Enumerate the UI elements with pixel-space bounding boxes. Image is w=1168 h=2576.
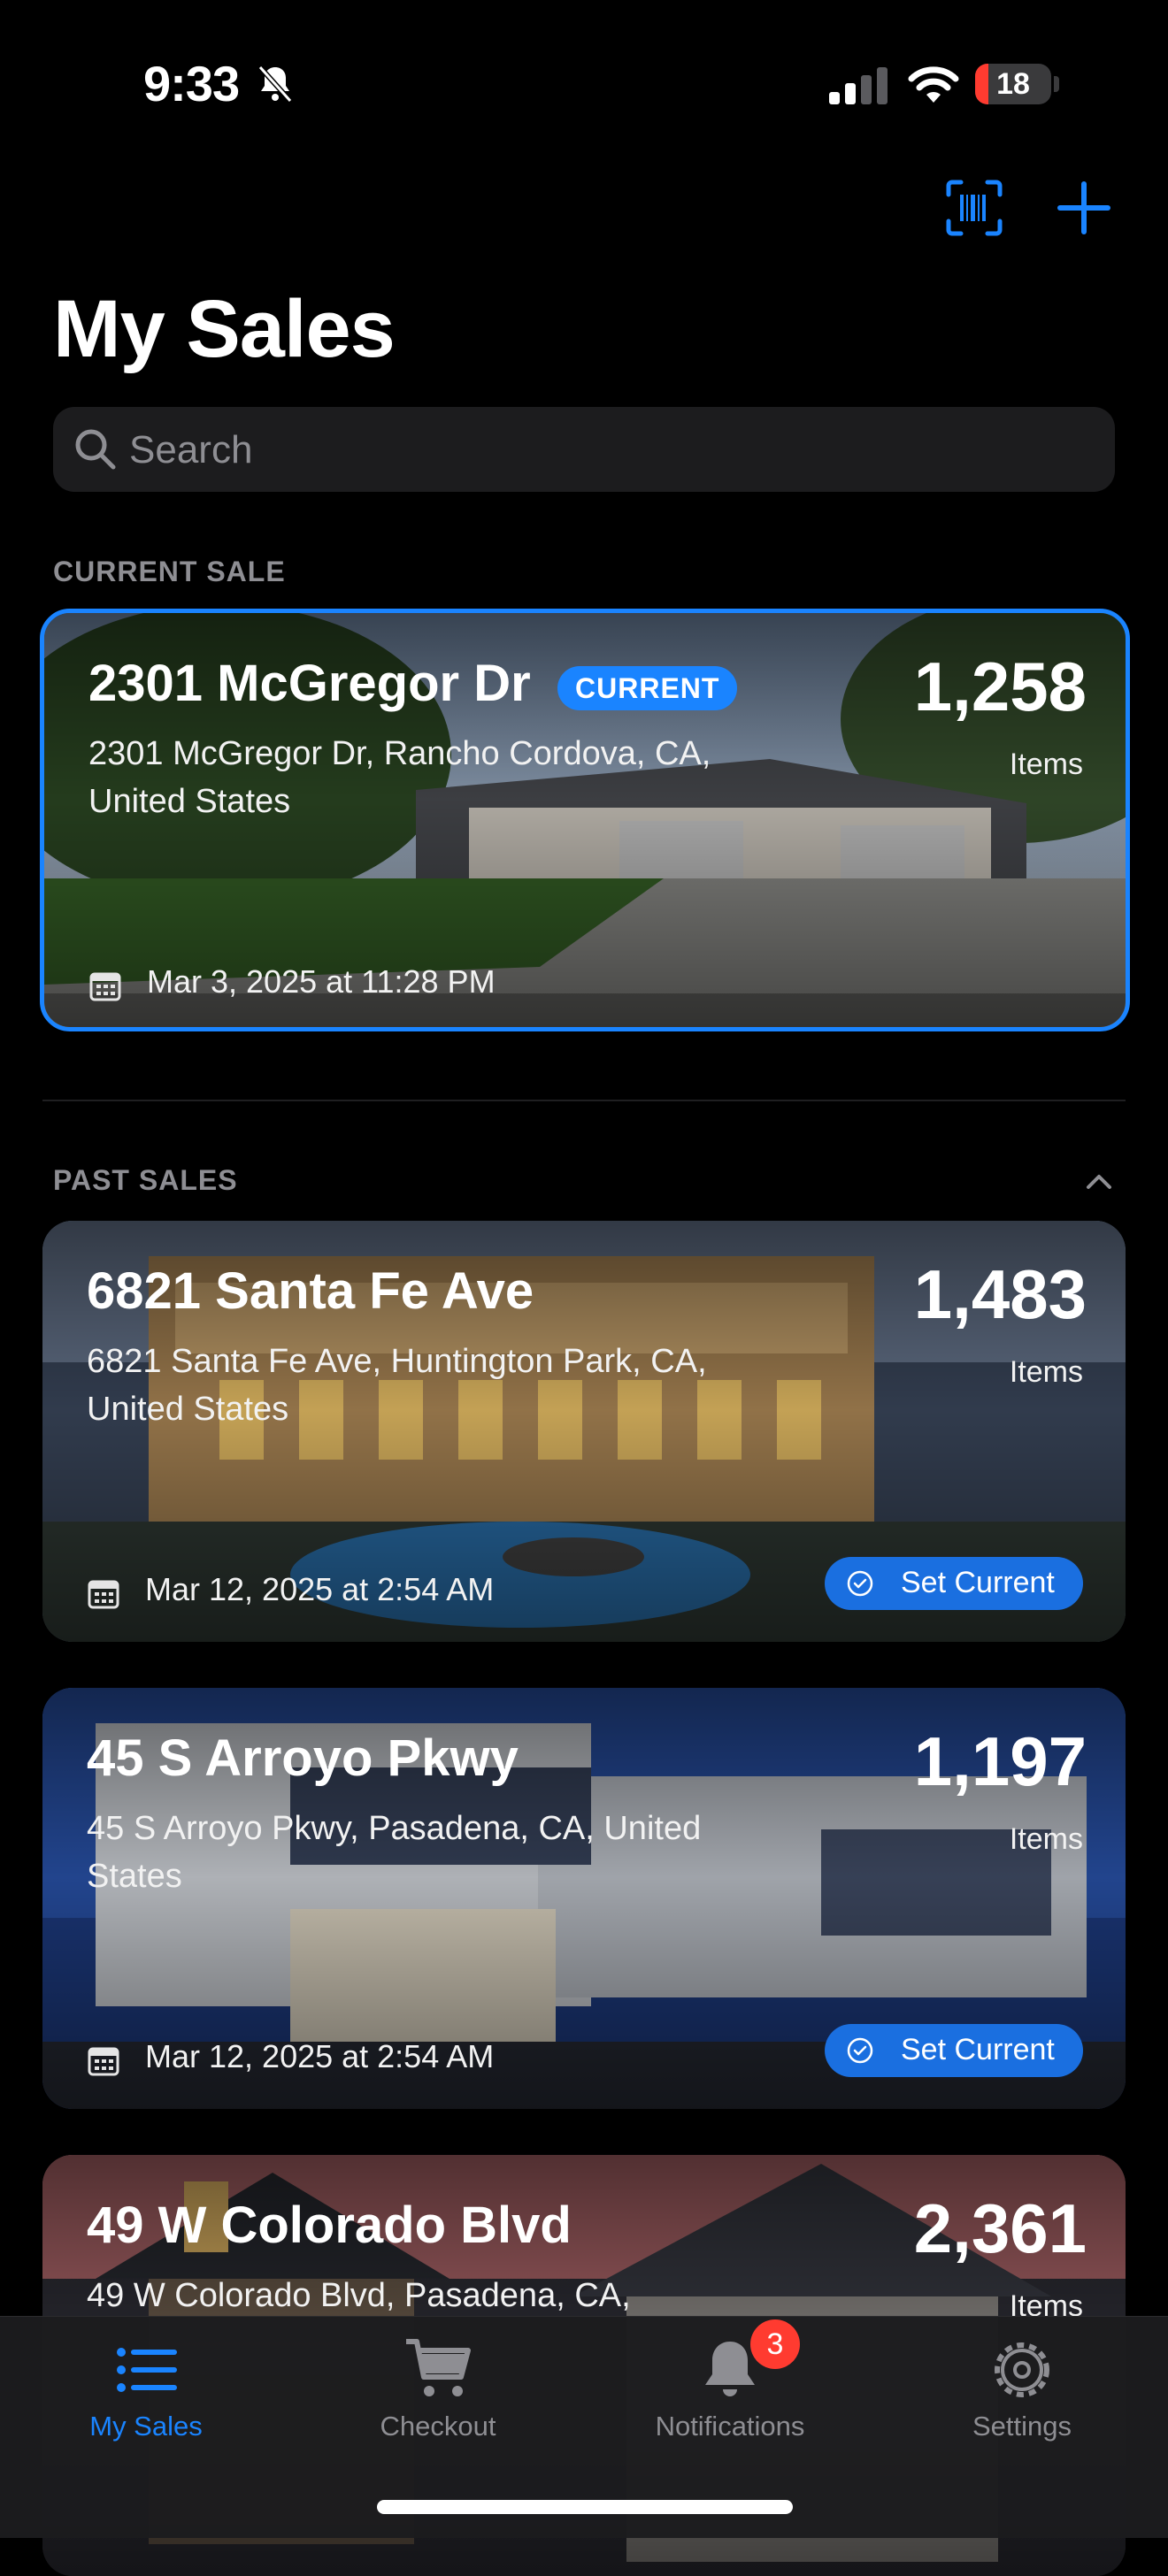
status-bar: 9:33 18 <box>0 0 1168 168</box>
section-header-current: CURRENT SALE <box>53 556 286 587</box>
item-count-label: Items <box>1009 1822 1083 1856</box>
checkmark-circle-icon <box>847 2037 873 2064</box>
sale-address: 49 W Colorado Blvd, Pasadena, CA, <box>87 2277 631 2314</box>
past-sale-card[interactable]: 6821 Santa Fe Ave 6821 Santa Fe Ave, Hun… <box>42 1221 1126 1642</box>
barcode-scan-button[interactable] <box>943 177 1005 239</box>
sale-title: 49 W Colorado Blvd <box>87 2196 572 2254</box>
tab-notifications[interactable]: Notifications <box>584 2317 876 2458</box>
wifi-icon <box>908 66 959 103</box>
sale-title: 6821 Santa Fe Ave <box>87 1262 534 1320</box>
search-input[interactable]: Search <box>53 407 1115 492</box>
current-sale-card[interactable]: 2301 McGregor Dr CURRENT 2301 McGregor D… <box>40 609 1130 1031</box>
item-count: 1,258 <box>913 648 1087 725</box>
tab-label: Notifications <box>655 2411 805 2442</box>
sale-title: 45 S Arroyo Pkwy <box>87 1729 519 1787</box>
item-count-label: Items <box>1009 1355 1083 1389</box>
tab-checkout[interactable]: Checkout <box>292 2317 584 2458</box>
home-indicator <box>377 2500 793 2514</box>
tab-label: Checkout <box>380 2411 496 2442</box>
cellular-signal-icon <box>829 67 888 104</box>
section-divider <box>42 1100 1126 1101</box>
sale-date: Mar 12, 2025 at 2:54 AM <box>145 1571 495 1607</box>
sale-address: 2301 McGregor Dr, Rancho Cordova, CA, Un… <box>88 735 711 820</box>
tab-settings[interactable]: Settings <box>876 2317 1168 2458</box>
calendar-icon <box>88 2047 119 2076</box>
past-sale-card[interactable]: 45 S Arroyo Pkwy 45 S Arroyo Pkwy, Pasad… <box>42 1688 1126 2109</box>
sale-address: 6821 Santa Fe Ave, Huntington Park, CA, … <box>87 1343 707 1428</box>
checkmark-circle-icon <box>847 1570 873 1597</box>
battery-indicator: 18 <box>975 64 1060 104</box>
item-count: 1,197 <box>913 1722 1087 1800</box>
add-icon[interactable] <box>1053 177 1115 239</box>
status-time: 9:33 <box>143 56 240 111</box>
gear-icon <box>995 2342 1049 2397</box>
sale-date: Mar 12, 2025 at 2:54 AM <box>145 2038 495 2074</box>
set-current-button[interactable]: Set Current <box>825 1557 1083 1610</box>
item-count: 1,483 <box>913 1255 1087 1333</box>
item-count: 2,361 <box>913 2189 1087 2267</box>
list-icon <box>117 2348 177 2392</box>
sale-title: 2301 McGregor Dr <box>88 655 531 712</box>
tab-label: My Sales <box>89 2411 203 2442</box>
cart-icon <box>406 2339 471 2396</box>
set-current-label: Set Current <box>901 1566 1055 1599</box>
page-title: My Sales <box>53 284 396 374</box>
set-current-label: Set Current <box>901 2033 1055 2066</box>
section-header-past: PAST SALES <box>53 1164 238 1196</box>
chevron-up-icon[interactable] <box>1081 1164 1117 1200</box>
calendar-icon <box>89 972 121 1001</box>
set-current-button[interactable]: Set Current <box>825 2024 1083 2077</box>
sale-date: Mar 3, 2025 at 11:28 PM <box>147 963 496 1000</box>
calendar-icon <box>88 1580 119 1609</box>
battery-level-text: 18 <box>996 67 1030 101</box>
notifications-badge: 3 <box>750 2319 800 2369</box>
current-badge: CURRENT <box>557 666 738 710</box>
tab-label: Settings <box>972 2411 1072 2442</box>
search-icon <box>75 429 116 470</box>
sale-address: 45 S Arroyo Pkwy, Pasadena, CA, United S… <box>87 1810 702 1895</box>
bell-off-icon <box>257 65 293 104</box>
tab-my-sales[interactable]: My Sales <box>0 2317 292 2458</box>
item-count-label: Items <box>1009 748 1083 781</box>
search-placeholder: Search <box>129 428 253 472</box>
